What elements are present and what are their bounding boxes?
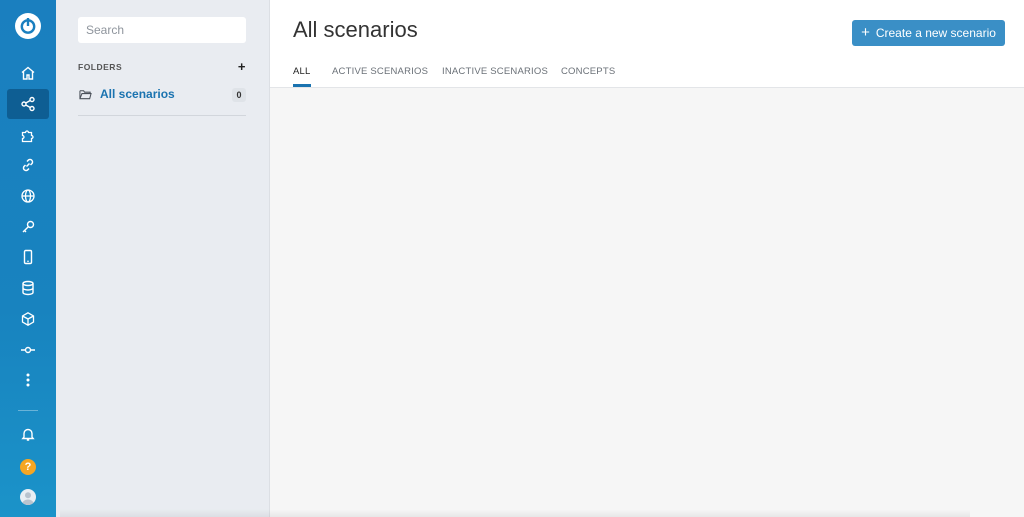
avatar-icon [22, 492, 34, 505]
bell-icon[interactable] [7, 419, 49, 449]
home-icon[interactable] [7, 58, 49, 88]
add-folder-button[interactable]: + [238, 59, 246, 74]
folders-panel: FOLDERS + All scenarios 0 [56, 0, 270, 517]
scenario-list-area [270, 88, 1024, 517]
folder-item-all-scenarios[interactable]: All scenarios 0 [78, 86, 246, 104]
folders-heading: FOLDERS + [78, 59, 246, 76]
globe-icon[interactable] [7, 181, 49, 211]
page-title: All scenarios [293, 17, 418, 42]
folders-divider [78, 115, 246, 116]
folder-count-badge: 0 [232, 88, 246, 102]
flow-icon[interactable] [7, 335, 49, 365]
search-input[interactable] [78, 17, 246, 43]
folder-open-icon [79, 90, 92, 100]
mobile-icon[interactable] [7, 242, 49, 272]
create-scenario-button[interactable]: + Create a new scenario [852, 20, 1005, 46]
tab-inactive-scenarios[interactable]: INACTIVE SCENARIOS [442, 66, 548, 87]
puzzle-icon[interactable] [7, 120, 49, 150]
app-logo-icon[interactable] [15, 13, 41, 39]
folders-heading-label: FOLDERS [78, 62, 123, 72]
help-icon[interactable]: ? [20, 459, 36, 475]
bottom-shadow [60, 509, 970, 517]
page-header: All scenarios + Create a new scenario AL… [270, 0, 1024, 88]
share-nodes-icon[interactable] [7, 89, 49, 119]
database-icon[interactable] [7, 273, 49, 303]
plus-icon: + [861, 23, 870, 41]
tab-active-scenarios[interactable]: ACTIVE SCENARIOS [332, 66, 428, 87]
tab-concepts[interactable]: CONCEPTS [561, 66, 615, 87]
more-vertical-icon[interactable] [7, 365, 49, 395]
avatar[interactable] [20, 489, 36, 505]
key-icon[interactable] [7, 212, 49, 242]
folder-label: All scenarios [100, 87, 175, 101]
cube-icon[interactable] [7, 304, 49, 334]
nav-rail: ? [0, 0, 56, 517]
create-scenario-label: Create a new scenario [875, 26, 996, 40]
tab-all[interactable]: ALL [293, 66, 311, 87]
rail-divider [18, 410, 38, 411]
link-icon[interactable] [7, 150, 49, 180]
